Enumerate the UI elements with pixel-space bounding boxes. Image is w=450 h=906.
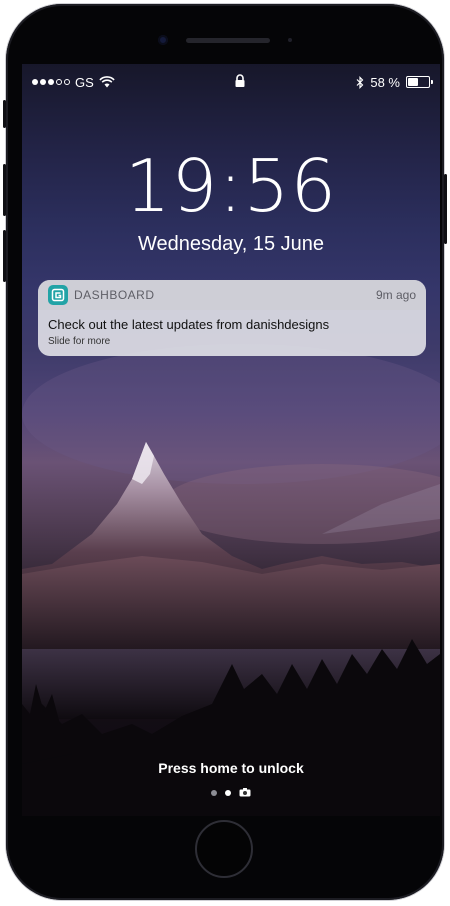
signal-dot [56, 79, 62, 85]
status-bar: GS 58 % [32, 73, 433, 91]
notification-app-name: DASHBOARD [74, 288, 155, 302]
bluetooth-icon [356, 75, 364, 89]
home-button[interactable] [195, 820, 253, 878]
camera-icon[interactable] [239, 788, 251, 797]
battery-percentage: 58 % [370, 74, 400, 90]
dashboard-app-icon [48, 285, 68, 305]
signal-dot [48, 79, 54, 85]
front-camera [158, 35, 168, 45]
clock-date: Wednesday, 15 June [137, 233, 325, 255]
proximity-sensor [288, 38, 292, 42]
volume-down-button[interactable] [3, 230, 6, 282]
signal-dot [64, 79, 70, 85]
silent-switch [3, 100, 6, 128]
clock-time: 19:56 [124, 144, 338, 228]
notification-message: Check out the latest updates from danish… [48, 317, 330, 332]
notification-header: DASHBOARD 9m ago [38, 280, 426, 310]
page-dot[interactable] [225, 789, 231, 796]
notification-time: 9m ago [375, 288, 416, 302]
page-dot[interactable] [211, 789, 217, 796]
battery-icon [406, 76, 433, 88]
signal-dot [40, 79, 46, 85]
carrier-name: GS [75, 74, 94, 90]
earpiece-speaker [186, 38, 270, 43]
wifi-icon [99, 76, 115, 88]
notification-card[interactable]: DASHBOARD 9m ago Check out the latest up… [38, 280, 426, 356]
unlock-hint: Press home to unlock [158, 760, 304, 776]
page-indicator [22, 788, 440, 797]
signal-dot [32, 79, 38, 85]
signal-strength [32, 79, 70, 85]
volume-up-button[interactable] [3, 164, 6, 216]
power-button[interactable] [444, 174, 447, 244]
phone-frame: GS 58 % 19:56 Wednesday, 15 June DASHBOA… [3, 4, 447, 900]
notification-subtext: Slide for more [48, 336, 111, 347]
notification-body: Check out the latest updates from danish… [38, 310, 426, 354]
lock-screen: GS 58 % 19:56 Wednesday, 15 June DASHBOA… [22, 64, 440, 816]
lock-icon [235, 74, 245, 87]
